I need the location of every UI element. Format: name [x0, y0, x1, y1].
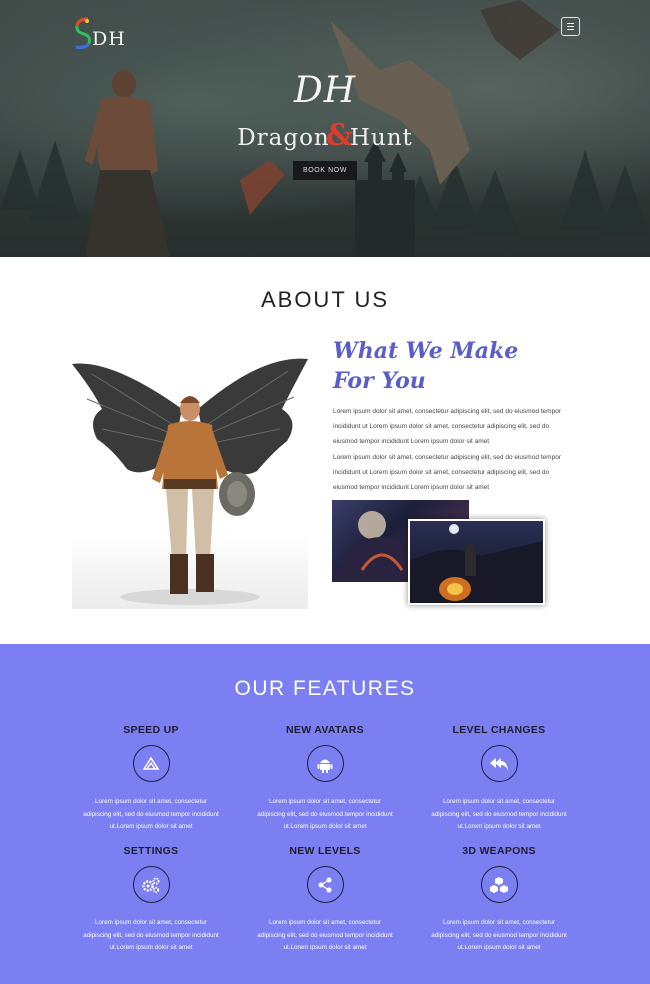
winged-warrior-image — [72, 349, 308, 609]
feature-title: SETTINGS — [123, 845, 179, 857]
feature-new-levels: NEW LEVELS Lorem ipsum dolor sit amet, c… — [250, 845, 400, 955]
book-now-button[interactable]: BOOK NOW — [293, 161, 357, 180]
cogs-icon — [142, 877, 160, 893]
feature-new-avatars: NEW AVATARS Lorem ipsum dolor sit amet, … — [250, 724, 400, 834]
hero-title: Dragon&Hunt — [0, 118, 650, 153]
about-paragraph-1: Lorem ipsum dolor sit amet, consectetur … — [333, 408, 561, 445]
share-icon — [318, 877, 332, 892]
cubes-icon — [490, 876, 508, 893]
feature-icon-button[interactable] — [306, 745, 344, 782]
feature-icon-button[interactable] — [480, 866, 518, 903]
about-paragraph-2: Lorem ipsum dolor sit amet, consectetur … — [333, 454, 561, 491]
android-icon — [317, 759, 333, 773]
hamburger-icon — [567, 23, 574, 24]
gallery-image-2 — [408, 519, 545, 605]
speed-icon — [142, 756, 160, 770]
hero-monogram: DH — [293, 70, 357, 111]
what-we-make-heading: What We Make For You — [333, 336, 593, 396]
feature-text: Lorem ipsum dolor sit amet, consectetur … — [431, 798, 567, 830]
feature-level-changes: LEVEL CHANGES Lorem ipsum dolor sit amet… — [424, 724, 574, 834]
site-logo[interactable]: DH — [70, 16, 126, 50]
feature-settings: SETTINGS Lorem ipsum dolor sit amet, con… — [76, 845, 226, 955]
feature-title: SPEED UP — [123, 724, 179, 736]
feature-text: Lorem ipsum dolor sit amet, consectetur … — [83, 798, 219, 830]
features-section: OUR FEATURES SPEED UP Lorem ipsum dolor … — [0, 644, 650, 984]
feature-title: LEVEL CHANGES — [452, 724, 546, 736]
feature-text: Lorem ipsum dolor sit amet, consectetur … — [257, 919, 393, 951]
feature-icon-button[interactable] — [306, 866, 344, 903]
hero-title-right: Hunt — [349, 125, 413, 151]
what-we-make-line2: For You — [333, 368, 426, 394]
feature-title: 3D WEAPONS — [462, 845, 536, 857]
menu-toggle-button[interactable] — [561, 17, 580, 36]
about-heading: ABOUT US — [260, 287, 390, 312]
feature-text: Lorem ipsum dolor sit amet, consectetur … — [83, 919, 219, 951]
hero-banner: DH DH Dragon&Hunt BOOK NOW — [0, 0, 650, 257]
feature-title: NEW AVATARS — [286, 724, 364, 736]
feature-text: Lorem ipsum dolor sit amet, consectetur … — [431, 919, 567, 951]
what-we-make-line1: What We Make — [333, 338, 519, 364]
reply-all-icon — [490, 757, 508, 771]
feature-speed-up: SPEED UP Lorem ipsum dolor sit amet, con… — [76, 724, 226, 834]
feature-text: Lorem ipsum dolor sit amet, consectetur … — [257, 798, 393, 830]
feature-icon-button[interactable] — [480, 745, 518, 782]
feature-title: NEW LEVELS — [289, 845, 361, 857]
feature-3d-weapons: 3D WEAPONS Lorem ipsum dolor sit amet, c… — [424, 845, 574, 955]
dragon-logo-icon — [75, 17, 91, 49]
hero-title-left: Dragon — [237, 125, 330, 151]
features-heading: OUR FEATURES — [234, 677, 416, 700]
feature-icon-button[interactable] — [132, 745, 170, 782]
logo-text: DH — [92, 28, 126, 50]
feature-icon-button[interactable] — [132, 866, 170, 903]
